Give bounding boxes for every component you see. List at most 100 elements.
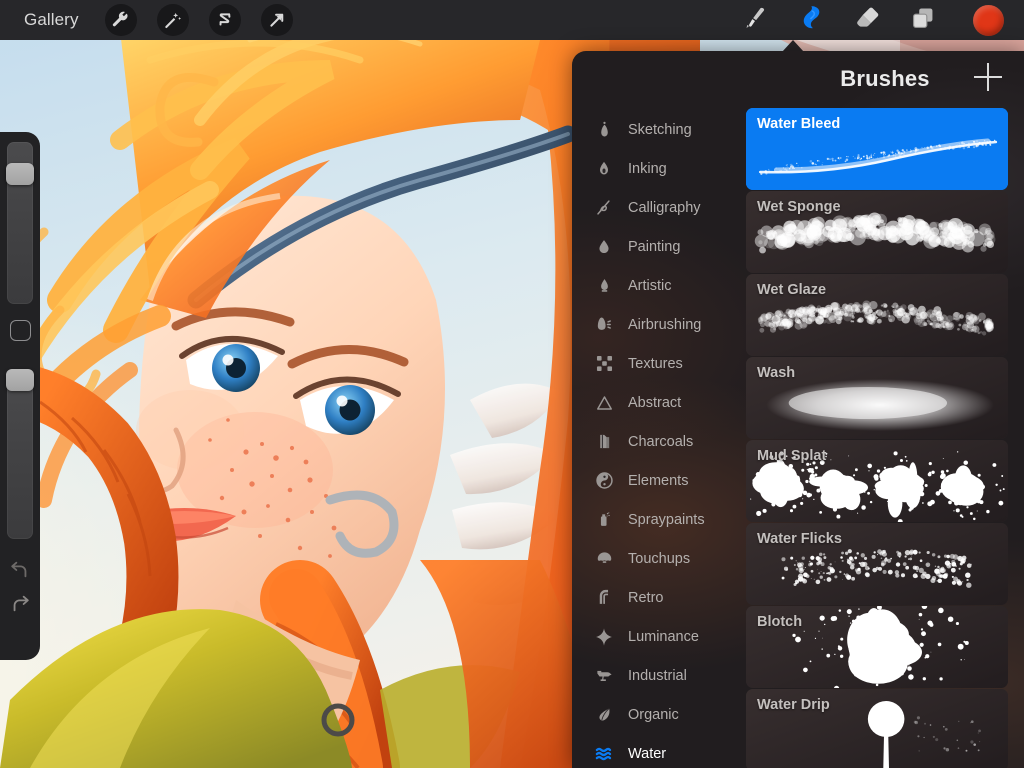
brush-category-artistic[interactable]: Artistic	[572, 266, 746, 305]
brush-category-organic[interactable]: Organic	[572, 695, 746, 734]
transform-button[interactable]	[260, 4, 293, 36]
brush-category-sketching[interactable]: Sketching	[572, 110, 746, 149]
modify-button[interactable]	[9, 320, 31, 341]
leaf-icon	[594, 704, 614, 726]
sparkle-star-icon	[594, 626, 614, 648]
undo-arrow-icon	[9, 560, 31, 585]
brush-category-water[interactable]: Water	[572, 734, 746, 768]
brush-category-label: Spraypaints	[628, 511, 705, 528]
anvil-icon	[594, 665, 614, 687]
smudge-finger-icon	[797, 4, 825, 37]
brush-item[interactable]: Wet Sponge	[746, 191, 1008, 273]
adjustments-button[interactable]	[156, 4, 189, 36]
paint-drop-icon	[594, 236, 614, 258]
brush-category-label: Water	[628, 745, 667, 762]
brush-opacity-slider[interactable]	[6, 369, 34, 539]
brush-category-label: Calligraphy	[628, 199, 701, 216]
brush-item-name: Water Bleed	[757, 116, 841, 132]
brush-category-label: Elements	[628, 472, 689, 489]
brush-category-list[interactable]: Sketching Inking Calligraphy Painting Artist…	[572, 106, 746, 768]
brush-item-name: Water Drip	[757, 697, 830, 713]
paintbrush-icon	[742, 5, 768, 36]
brush-item-name: Blotch	[757, 614, 803, 630]
brush-category-label: Luminance	[628, 628, 699, 645]
brush-category-inking[interactable]: Inking	[572, 149, 746, 188]
smudge-tool[interactable]	[783, 0, 839, 40]
brush-item-name: Wet Glaze	[757, 282, 827, 298]
brush-item-name: Mud Splat	[757, 448, 827, 464]
brush-category-airbrushing[interactable]: Airbrushing	[572, 305, 746, 344]
spray-can-icon	[594, 509, 614, 531]
brush-item[interactable]: Wet Glaze	[746, 274, 1008, 356]
top-toolbar-right-group	[727, 0, 1024, 40]
brush-category-label: Charcoals	[628, 433, 694, 450]
add-brush-button[interactable]	[974, 63, 1002, 91]
pencil-nib-icon	[594, 119, 614, 141]
undo-button[interactable]	[3, 557, 37, 587]
triangle-icon	[594, 392, 614, 414]
gallery-button[interactable]: Gallery	[18, 7, 85, 33]
brush-item-name: Wet Sponge	[757, 199, 841, 215]
brush-list[interactable]: Water Bleed Wet Sponge Wet Glaze Wash Mud Sp…	[746, 106, 1024, 768]
brush-item[interactable]: Blotch	[746, 606, 1008, 688]
redo-arrow-icon	[9, 594, 31, 619]
shell-fan-icon	[594, 548, 614, 570]
erase-tool[interactable]	[839, 0, 895, 40]
arrow-cursor-icon	[268, 11, 286, 29]
ink-pen-nib-icon	[594, 158, 614, 180]
top-toolbar-left-group: Gallery	[0, 4, 293, 36]
brush-opacity-slider-handle[interactable]	[6, 369, 34, 391]
brush-category-label: Abstract	[628, 394, 682, 411]
brush-category-label: Industrial	[628, 667, 687, 684]
brush-item-name: Wash	[757, 365, 796, 381]
brush-size-slider[interactable]	[6, 142, 34, 304]
brush-category-textures[interactable]: Textures	[572, 344, 746, 383]
brush-item-name: Water Flicks	[757, 531, 842, 547]
yin-yang-icon	[594, 470, 614, 492]
flame-brush-icon	[594, 275, 614, 297]
eraser-icon	[854, 4, 881, 36]
brush-category-label: Organic	[628, 706, 679, 723]
calligraphy-icon	[594, 197, 614, 219]
brush-category-label: Airbrushing	[628, 316, 702, 333]
brush-category-label: Inking	[628, 160, 667, 177]
brush-category-calligraphy[interactable]: Calligraphy	[572, 188, 746, 227]
brush-category-retro[interactable]: Retro	[572, 578, 746, 617]
water-waves-icon	[594, 743, 614, 765]
brush-category-industrial[interactable]: Industrial	[572, 656, 746, 695]
brush-item[interactable]: Water Drip	[746, 689, 1008, 768]
charcoal-block-icon	[594, 431, 614, 453]
brush-category-luminance[interactable]: Luminance	[572, 617, 746, 656]
magic-wand-icon	[163, 11, 182, 30]
layers-icon	[910, 5, 936, 36]
brushes-panel-body: Sketching Inking Calligraphy Painting Artist…	[572, 106, 1024, 768]
brush-size-slider-handle[interactable]	[6, 163, 34, 185]
brush-category-abstract[interactable]: Abstract	[572, 383, 746, 422]
left-sidebar	[0, 132, 40, 660]
redo-button[interactable]	[3, 591, 37, 621]
actions-button[interactable]	[104, 4, 137, 36]
brush-category-elements[interactable]: Elements	[572, 461, 746, 500]
retro-swirl-icon	[594, 587, 614, 609]
brush-category-label: Painting	[628, 238, 681, 255]
color-swatch[interactable]	[973, 4, 1004, 36]
selection-button[interactable]	[208, 4, 241, 36]
brush-item[interactable]: Wash	[746, 357, 1008, 439]
layers-tool[interactable]	[895, 0, 951, 40]
brush-item[interactable]: Mud Splat	[746, 440, 1008, 522]
brush-category-label: Retro	[628, 589, 664, 606]
brush-category-touchups[interactable]: Touchups	[572, 539, 746, 578]
airbrush-icon	[594, 314, 614, 336]
brush-category-painting[interactable]: Painting	[572, 227, 746, 266]
s-curve-icon	[216, 11, 234, 29]
brush-item[interactable]: Water Bleed	[746, 108, 1008, 190]
brushes-panel: Brushes Sketching Inking Calligraphy Painti…	[572, 51, 1024, 768]
checker-icon	[594, 353, 614, 375]
brushes-panel-header: Brushes	[572, 51, 1024, 106]
top-toolbar: Gallery	[0, 0, 1024, 40]
paint-tool[interactable]	[727, 0, 783, 40]
brush-category-charcoals[interactable]: Charcoals	[572, 422, 746, 461]
brush-item[interactable]: Water Flicks	[746, 523, 1008, 605]
brush-category-spraypaints[interactable]: Spraypaints	[572, 500, 746, 539]
brush-category-label: Artistic	[628, 277, 672, 294]
